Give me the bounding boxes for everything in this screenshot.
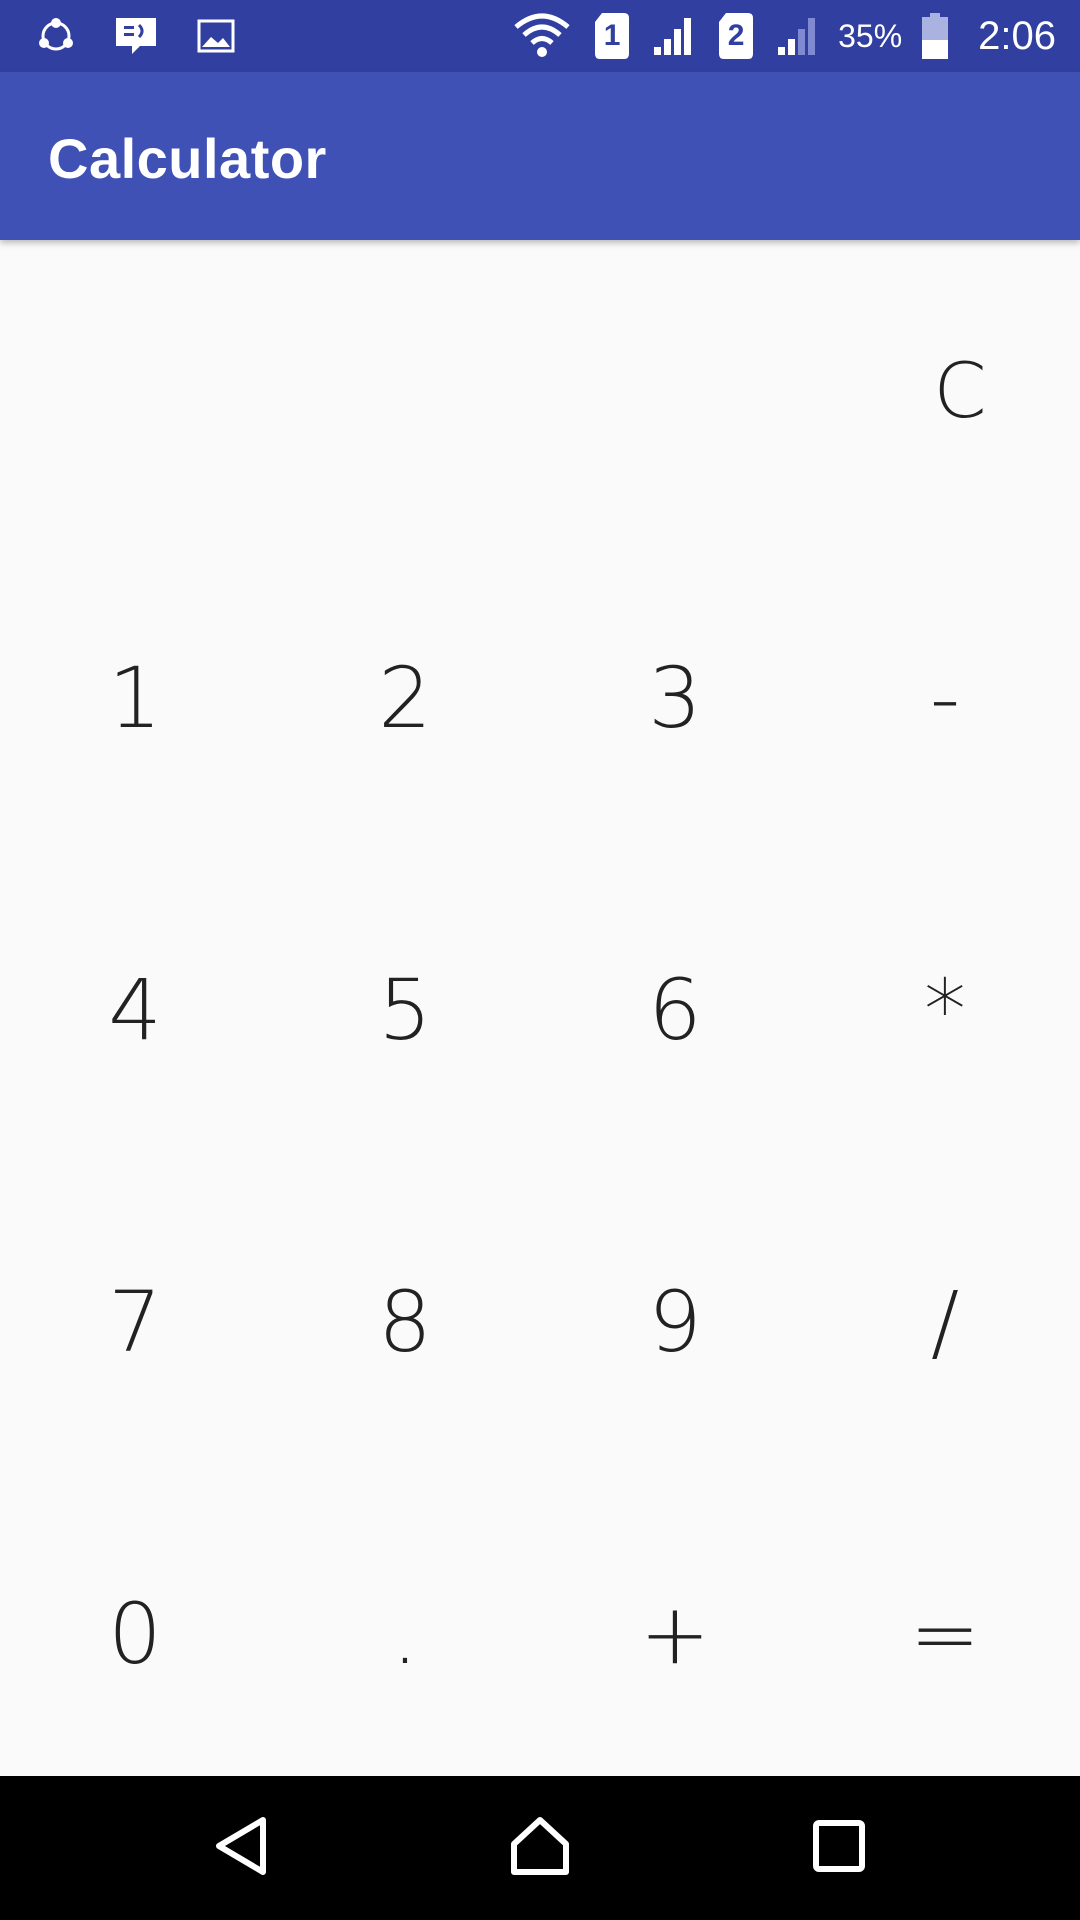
key-2[interactable]: 2 (270, 542, 540, 854)
key-9[interactable]: 9 (540, 1166, 810, 1478)
navigation-bar (0, 1776, 1080, 1920)
recents-icon (811, 1818, 867, 1879)
key-divide[interactable]: / (810, 1166, 1080, 1478)
key-decimal[interactable]: . (270, 1478, 540, 1790)
key-6[interactable]: 6 (540, 854, 810, 1166)
battery-percent: 35% (838, 17, 903, 54)
key-5[interactable]: 5 (270, 854, 540, 1166)
message-icon (114, 14, 158, 58)
key-equals[interactable]: = (810, 1478, 1080, 1790)
home-icon (508, 1814, 572, 1883)
signal1-icon (652, 14, 696, 58)
home-button[interactable] (498, 1806, 582, 1890)
sim2-icon: 2 (714, 13, 758, 59)
back-icon (211, 1814, 271, 1883)
sim2-label: 2 (727, 19, 745, 52)
sim1-label: 1 (603, 19, 621, 52)
calculator-body: C 1 2 3 - 4 5 6 * 7 8 9 / 0 . + = (0, 240, 1080, 1776)
gallery-icon (194, 14, 238, 58)
shareit-icon (34, 14, 78, 58)
key-0[interactable]: 0 (0, 1478, 270, 1790)
key-3[interactable]: 3 (540, 542, 810, 854)
app-title: Calculator (48, 127, 327, 190)
key-plus[interactable]: + (540, 1478, 810, 1790)
back-button[interactable] (199, 1806, 283, 1890)
key-1[interactable]: 1 (0, 542, 270, 854)
status-bar-system: 1 2 35% 2:06 (512, 0, 1056, 72)
app-bar: Calculator (0, 72, 1080, 240)
clock: 2:06 (978, 13, 1056, 58)
recents-button[interactable] (797, 1806, 881, 1890)
status-bar-notifications (34, 14, 238, 58)
key-4[interactable]: 4 (0, 854, 270, 1166)
clear-button[interactable]: C (880, 320, 1040, 460)
key-8[interactable]: 8 (270, 1166, 540, 1478)
keypad: 1 2 3 - 4 5 6 * 7 8 9 / 0 . + = (0, 542, 1080, 1790)
key-multiply[interactable]: * (810, 854, 1080, 1166)
sim1-icon: 1 (590, 13, 634, 59)
wifi-icon (512, 13, 572, 58)
key-7[interactable]: 7 (0, 1166, 270, 1478)
signal2-icon (776, 14, 820, 58)
battery-icon (920, 13, 950, 59)
status-bar: 1 2 35% 2:06 (0, 0, 1080, 72)
key-minus[interactable]: - (810, 542, 1080, 854)
